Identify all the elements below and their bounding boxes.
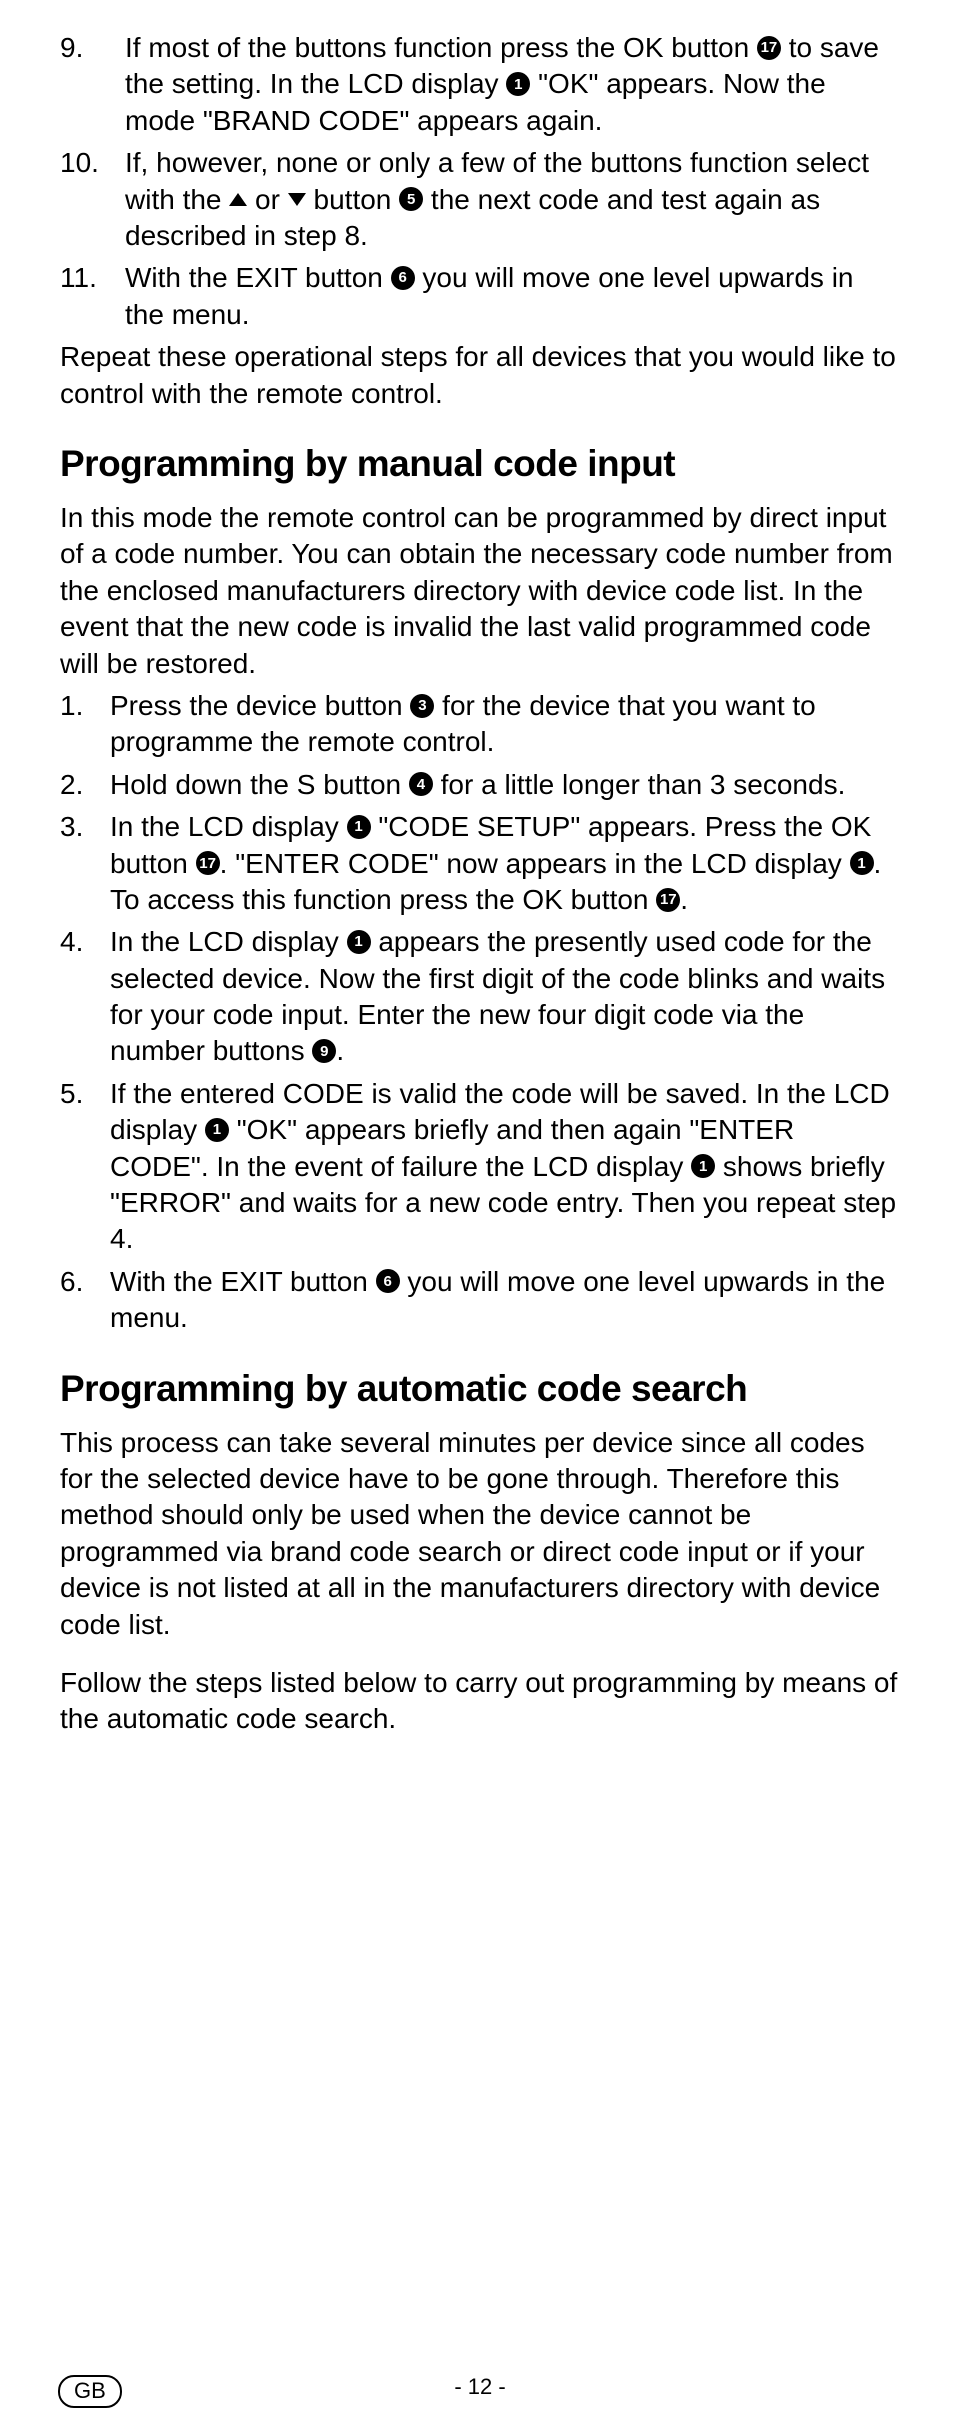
- step-content: With the EXIT button 6 you will move one…: [125, 260, 900, 333]
- step-content: If most of the buttons function press th…: [125, 30, 900, 139]
- step-number: 2.: [60, 767, 110, 803]
- text-fragment: Hold down the S button: [110, 769, 409, 800]
- section1-outro: Repeat these operational steps for all d…: [60, 339, 900, 412]
- ref-1-icon: 1: [205, 1118, 229, 1142]
- step-content: If the entered CODE is valid the code wi…: [110, 1076, 900, 1258]
- step-number: 10.: [60, 145, 125, 181]
- text-fragment: With the EXIT button: [110, 1266, 376, 1297]
- step-number: 3.: [60, 809, 110, 845]
- ref-3-icon: 3: [410, 694, 434, 718]
- step-content: In the LCD display 1 appears the present…: [110, 924, 900, 1070]
- ref-1-icon: 1: [691, 1154, 715, 1178]
- text-fragment: .: [680, 884, 688, 915]
- ref-1-icon: 1: [850, 851, 874, 875]
- step-9: 9. If most of the buttons function press…: [60, 30, 900, 139]
- step-content: In the LCD display 1 "CODE SETUP" appear…: [110, 809, 900, 918]
- heading-manual-code: Programming by manual code input: [60, 440, 900, 488]
- ref-4-icon: 4: [409, 772, 433, 796]
- ref-1-icon: 1: [506, 72, 530, 96]
- section2-intro: In this mode the remote control can be p…: [60, 500, 900, 682]
- step-3: 3. In the LCD display 1 "CODE SETUP" app…: [60, 809, 900, 918]
- step-number: 4.: [60, 924, 110, 960]
- step-10: 10. If, however, none or only a few of t…: [60, 145, 900, 254]
- region-badge: GB: [58, 2375, 122, 2408]
- text-fragment: In the LCD display: [110, 811, 347, 842]
- step-number: 11.: [60, 260, 125, 296]
- heading-auto-search: Programming by automatic code search: [60, 1365, 900, 1413]
- step-number: 6.: [60, 1264, 110, 1300]
- ref-1-icon: 1: [347, 930, 371, 954]
- text-fragment: button: [306, 184, 399, 215]
- text-fragment: If most of the buttons function press th…: [125, 32, 757, 63]
- step-1: 1. Press the device button 3 for the dev…: [60, 688, 900, 761]
- text-fragment: or: [247, 184, 287, 215]
- step-2: 2. Hold down the S button 4 for a little…: [60, 767, 900, 803]
- section3-p1: This process can take several minutes pe…: [60, 1425, 900, 1643]
- step-number: 1.: [60, 688, 110, 724]
- step-content: Hold down the S button 4 for a little lo…: [110, 767, 900, 803]
- text-fragment: In the LCD display: [110, 926, 347, 957]
- step-5: 5. If the entered CODE is valid the code…: [60, 1076, 900, 1258]
- ref-5-icon: 5: [399, 187, 423, 211]
- step-number: 9.: [60, 30, 125, 66]
- step-content: With the EXIT button 6 you will move one…: [110, 1264, 900, 1337]
- step-number: 5.: [60, 1076, 110, 1112]
- ref-6-icon: 6: [391, 266, 415, 290]
- ref-17-icon: 17: [757, 36, 781, 60]
- ref-17-icon: 17: [196, 851, 220, 875]
- ref-17-icon: 17: [656, 888, 680, 912]
- text-fragment: . "ENTER CODE" now appears in the LCD di…: [220, 848, 850, 879]
- step-6: 6. With the EXIT button 6 you will move …: [60, 1264, 900, 1337]
- text-fragment: With the EXIT button: [125, 262, 391, 293]
- text-fragment: Press the device button: [110, 690, 410, 721]
- arrow-up-icon: [229, 193, 247, 206]
- text-fragment: for a little longer than 3 seconds.: [433, 769, 845, 800]
- section3-p2: Follow the steps listed below to carry o…: [60, 1665, 900, 1738]
- arrow-down-icon: [288, 193, 306, 206]
- page-number: - 12 -: [0, 2373, 960, 2402]
- step-content: Press the device button 3 for the device…: [110, 688, 900, 761]
- step-content: If, however, none or only a few of the b…: [125, 145, 900, 254]
- ref-6-icon: 6: [376, 1269, 400, 1293]
- step-11: 11. With the EXIT button 6 you will move…: [60, 260, 900, 333]
- ref-1-icon: 1: [347, 815, 371, 839]
- text-fragment: .: [336, 1035, 344, 1066]
- ref-9-icon: 9: [312, 1039, 336, 1063]
- step-4: 4. In the LCD display 1 appears the pres…: [60, 924, 900, 1070]
